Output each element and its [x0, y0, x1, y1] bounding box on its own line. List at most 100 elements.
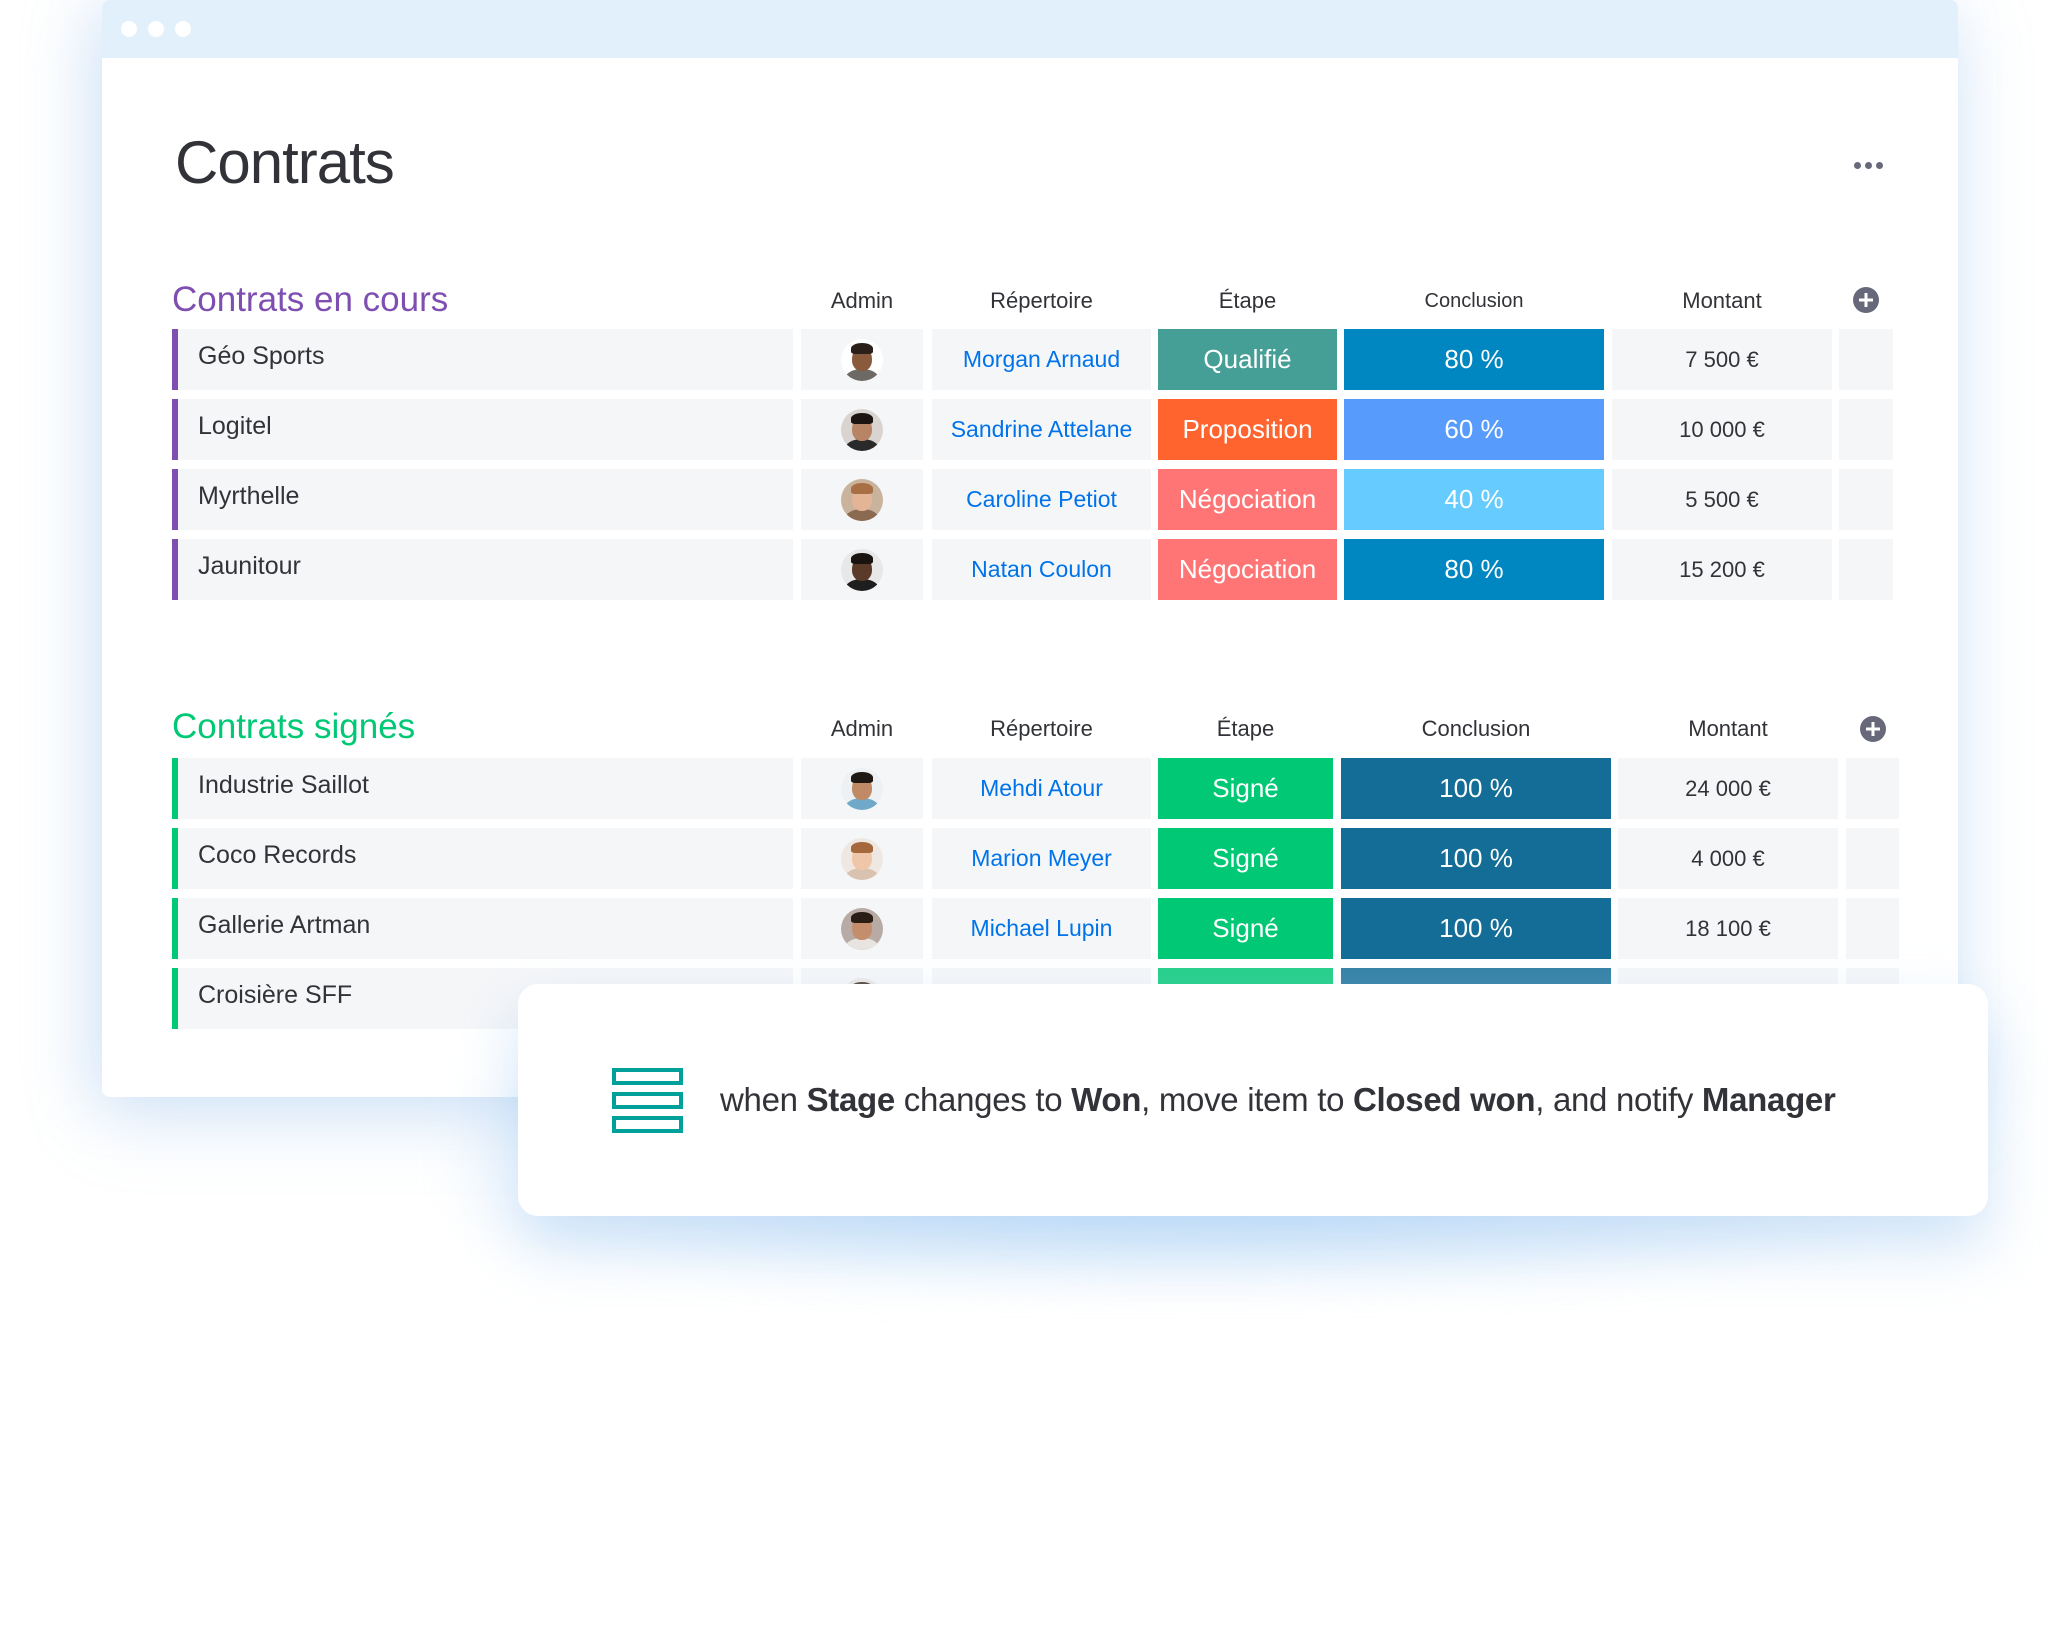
status-label[interactable]: Signé [1158, 898, 1333, 959]
item-name-cell[interactable]: Jaunitour [172, 539, 793, 600]
automation-text-part: , move item to [1141, 1081, 1354, 1118]
window-dot-icon [175, 21, 191, 37]
group-title[interactable]: Contrats en cours [172, 280, 448, 320]
item-name-cell[interactable]: Gallerie Artman [172, 898, 793, 959]
group-color-bar [172, 329, 178, 390]
item-name: Myrthelle [198, 482, 300, 510]
conclusion-label[interactable]: 100 % [1341, 898, 1611, 959]
conclusion-label[interactable]: 100 % [1341, 758, 1611, 819]
item-name-cell[interactable]: Logitel [172, 399, 793, 460]
ellipsis-icon[interactable] [1852, 158, 1886, 172]
board-window: Contrats Contrats en cours Admin Répertoir… [102, 0, 1958, 1097]
status-label[interactable]: Négociation [1158, 539, 1337, 600]
avatar-hair [851, 412, 873, 424]
repertoire-link[interactable]: Marion Meyer [932, 828, 1151, 889]
status-label[interactable]: Proposition [1158, 399, 1337, 460]
status-label[interactable]: Qualifié [1158, 329, 1337, 390]
group-color-bar [172, 968, 178, 1029]
repertoire-link[interactable]: Natan Coulon [932, 539, 1151, 600]
empty-cell[interactable] [1839, 399, 1893, 460]
conclusion-label[interactable]: 40 % [1344, 469, 1604, 530]
item-name-cell[interactable]: Industrie Saillot [172, 758, 793, 819]
amount-cell[interactable]: 7 500 € [1612, 329, 1832, 390]
amount-cell[interactable]: 4 000 € [1618, 828, 1838, 889]
avatar[interactable] [841, 767, 883, 810]
column-header-repertoire[interactable]: Répertoire [932, 715, 1151, 743]
admin-cell[interactable] [801, 469, 923, 530]
page-title: Contrats [175, 129, 395, 196]
avatar-hair [851, 342, 873, 354]
avatar[interactable] [841, 408, 883, 451]
group-color-bar [172, 399, 178, 460]
window-dot-icon [121, 21, 137, 37]
column-header-admin[interactable]: Admin [801, 287, 923, 315]
automation-card[interactable]: when Stage changes to Won, move item to … [518, 984, 1988, 1216]
amount-cell[interactable]: 24 000 € [1618, 758, 1838, 819]
column-header-etape[interactable]: Étape [1158, 715, 1333, 743]
repertoire-link[interactable]: Mehdi Atour [932, 758, 1151, 819]
item-name-cell[interactable]: Géo Sports [172, 329, 793, 390]
conclusion-label[interactable]: 60 % [1344, 399, 1604, 460]
conclusion-label[interactable]: 80 % [1344, 329, 1604, 390]
avatar[interactable] [841, 837, 883, 880]
avatar[interactable] [841, 338, 883, 381]
repertoire-link[interactable]: Sandrine Attelane [932, 399, 1151, 460]
amount-cell[interactable]: 18 100 € [1618, 898, 1838, 959]
avatar-hair [851, 911, 873, 923]
amount-cell[interactable]: 5 500 € [1612, 469, 1832, 530]
empty-cell[interactable] [1839, 329, 1893, 390]
repertoire-link[interactable]: Caroline Petiot [932, 469, 1151, 530]
empty-cell[interactable] [1846, 898, 1899, 959]
amount-cell[interactable]: 15 200 € [1612, 539, 1832, 600]
item-name: Coco Records [198, 841, 357, 869]
automation-keyword: Manager [1701, 1081, 1836, 1118]
admin-cell[interactable] [801, 329, 923, 390]
item-name: Croisière SFF [198, 981, 353, 1009]
status-label[interactable]: Signé [1158, 828, 1333, 889]
item-name-cell[interactable]: Myrthelle [172, 469, 793, 530]
column-header-repertoire[interactable]: Répertoire [932, 287, 1151, 315]
group-title[interactable]: Contrats signés [172, 707, 415, 747]
repertoire-link[interactable]: Morgan Arnaud [932, 329, 1151, 390]
column-header-conclusion[interactable]: Conclusion [1341, 715, 1611, 743]
admin-cell[interactable] [801, 828, 923, 889]
item-name: Industrie Saillot [198, 771, 369, 799]
column-header-montant[interactable]: Montant [1612, 287, 1832, 315]
add-column-icon[interactable] [1860, 716, 1886, 742]
column-header-etape[interactable]: Étape [1158, 287, 1337, 315]
admin-cell[interactable] [801, 539, 923, 600]
empty-cell[interactable] [1846, 828, 1899, 889]
avatar[interactable] [841, 478, 883, 521]
repertoire-link[interactable]: Michael Lupin [932, 898, 1151, 959]
empty-cell[interactable] [1839, 539, 1893, 600]
automation-text-part: , and notify [1535, 1081, 1702, 1118]
admin-cell[interactable] [801, 898, 923, 959]
automation-text-part: when [720, 1081, 807, 1118]
avatar[interactable] [841, 907, 883, 950]
avatar-hair [851, 482, 873, 494]
rows-icon [612, 1068, 683, 1133]
automation-keyword: Closed won [1353, 1081, 1536, 1118]
column-header-admin[interactable]: Admin [801, 715, 923, 743]
conclusion-label[interactable]: 80 % [1344, 539, 1604, 600]
admin-cell[interactable] [801, 399, 923, 460]
column-header-montant[interactable]: Montant [1618, 715, 1838, 743]
item-name-cell[interactable]: Coco Records [172, 828, 793, 889]
empty-cell[interactable] [1846, 758, 1899, 819]
item-name: Gallerie Artman [198, 911, 371, 939]
window-titlebar [102, 0, 1958, 58]
status-label[interactable]: Négociation [1158, 469, 1337, 530]
item-name: Géo Sports [198, 342, 325, 370]
add-column-icon[interactable] [1853, 287, 1879, 313]
status-label[interactable]: Signé [1158, 758, 1333, 819]
admin-cell[interactable] [801, 758, 923, 819]
group-color-bar [172, 898, 178, 959]
amount-cell[interactable]: 10 000 € [1612, 399, 1832, 460]
item-name: Logitel [198, 412, 272, 440]
automation-keyword: Stage [806, 1081, 896, 1118]
empty-cell[interactable] [1839, 469, 1893, 530]
item-name: Jaunitour [198, 552, 301, 580]
avatar[interactable] [841, 548, 883, 591]
column-header-conclusion[interactable]: Conclusion [1344, 287, 1604, 315]
conclusion-label[interactable]: 100 % [1341, 828, 1611, 889]
